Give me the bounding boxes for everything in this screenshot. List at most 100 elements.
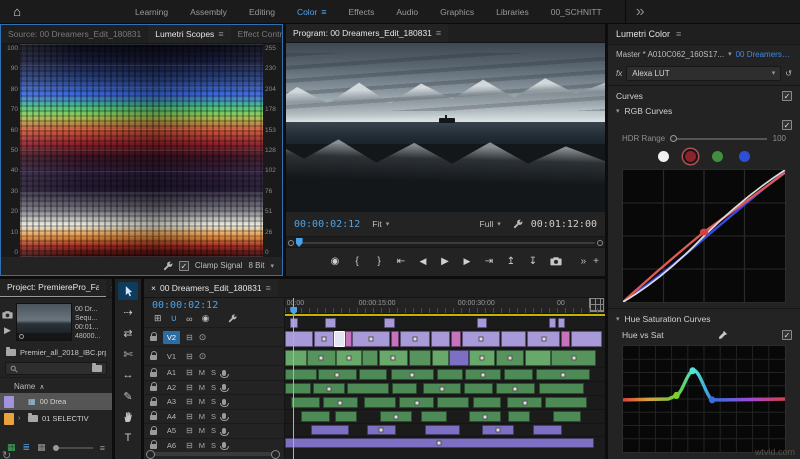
sync-lock-icon[interactable]: ⊟ xyxy=(186,368,193,377)
hue-sat-section-row[interactable]: ▾ Hue Saturation Curves xyxy=(608,311,800,327)
workspace-tab-color[interactable]: Color ≡ xyxy=(286,7,338,17)
slider-knob[interactable] xyxy=(670,134,678,142)
mark-out-button[interactable]: } xyxy=(374,256,385,267)
lock-icon[interactable] xyxy=(150,382,157,392)
sync-lock-icon[interactable]: ⊟ xyxy=(186,441,193,450)
mute-button[interactable]: M xyxy=(199,426,205,435)
track-header-a1[interactable]: A1 ⊟ M S xyxy=(144,365,284,380)
timeline-clip[interactable] xyxy=(545,397,588,408)
green-channel-dot[interactable] xyxy=(712,150,723,162)
mark-in-button[interactable]: { xyxy=(352,256,363,267)
timeline-clip[interactable] xyxy=(437,397,470,408)
timeline-playhead[interactable] xyxy=(293,298,295,459)
program-playhead[interactable] xyxy=(295,238,303,247)
label-color-chip[interactable] xyxy=(4,395,14,408)
timeline-clip[interactable] xyxy=(336,350,362,366)
project-breadcrumb[interactable]: Premier_all_2018_IBC.prproj xyxy=(0,345,112,360)
program-settings-wrench-icon[interactable] xyxy=(513,219,523,229)
timeline-clip[interactable] xyxy=(539,383,584,394)
panel-menu-icon[interactable]: ≡ xyxy=(436,24,441,42)
project-search-input[interactable] xyxy=(22,363,88,374)
playback-quality-dropdown[interactable]: Full ▾ xyxy=(476,218,505,230)
workspace-tab-editing[interactable]: Editing xyxy=(238,7,286,17)
timeline-clip[interactable] xyxy=(465,369,501,380)
project-overflow-icon[interactable]: » xyxy=(106,283,112,293)
timeline-clip[interactable] xyxy=(535,369,591,380)
solo-button[interactable]: S xyxy=(211,426,216,435)
close-icon[interactable]: × xyxy=(151,279,156,297)
timeline-clip[interactable] xyxy=(398,397,435,408)
lut-dropdown[interactable]: Alexa LUT ▾ xyxy=(626,65,782,81)
refresh-icon[interactable]: ↻ xyxy=(2,449,11,459)
timeline-clip[interactable] xyxy=(526,331,561,347)
sync-lock-icon[interactable]: ⊟ xyxy=(186,333,193,342)
curves-enable-checkbox[interactable]: ✓ xyxy=(782,91,792,101)
mic-icon[interactable] xyxy=(219,442,229,451)
preview-thumbnail[interactable] xyxy=(16,303,72,341)
curves-section-row[interactable]: Curves ✓ xyxy=(608,88,800,104)
step-back-button[interactable]: ◀ xyxy=(418,256,429,267)
hdr-range-value[interactable]: 100 xyxy=(773,134,786,143)
timeline-clip[interactable] xyxy=(551,350,597,366)
transport-overflow-icon[interactable]: » xyxy=(581,256,587,267)
goto-in-button[interactable]: ⇤ xyxy=(396,256,407,267)
label-color-chip[interactable] xyxy=(4,412,14,425)
timeline-clip[interactable] xyxy=(449,350,469,366)
scopes-tab-lumetri-scopes[interactable]: Lumetri Scopes ≡ xyxy=(148,25,231,43)
ripple-edit-tool[interactable]: ⇄ xyxy=(118,324,138,342)
preview-play-icon[interactable]: ▶ xyxy=(4,325,11,336)
timeline-clip[interactable] xyxy=(347,383,389,394)
sync-lock-icon[interactable]: ⊟ xyxy=(186,397,193,406)
lock-icon[interactable] xyxy=(150,351,157,360)
rgb-curves-row[interactable]: ▾ RGB Curves xyxy=(608,104,800,118)
timeline-clip[interactable] xyxy=(507,411,531,422)
lock-icon[interactable] xyxy=(150,367,157,377)
timeline-clip[interactable] xyxy=(285,369,317,380)
lock-icon[interactable] xyxy=(150,440,157,450)
timeline-clip[interactable] xyxy=(363,397,396,408)
solo-button[interactable]: S xyxy=(211,441,216,450)
track-label[interactable]: A6 xyxy=(163,439,180,452)
list-view-icon[interactable]: ≣ xyxy=(23,442,31,453)
bit-depth-value[interactable]: 8 Bit xyxy=(248,261,264,270)
timeline-clip[interactable] xyxy=(391,383,418,394)
blue-channel-dot[interactable] xyxy=(739,150,750,162)
clamp-signal-checkbox[interactable]: ✓ xyxy=(178,260,189,271)
timeline-tab[interactable]: × 00 Dreamers_Edit_180831 ≡ xyxy=(144,279,278,297)
timeline-clip[interactable] xyxy=(322,397,358,408)
timeline-clip[interactable] xyxy=(291,397,321,408)
linked-selection-icon[interactable]: ∞ xyxy=(186,314,192,324)
slip-tool[interactable]: ↔ xyxy=(118,366,138,384)
track-header-a4[interactable]: A4 ⊟ M S xyxy=(144,408,284,424)
lock-icon[interactable] xyxy=(150,396,157,406)
track-label[interactable]: A3 xyxy=(163,395,180,408)
timeline-clip[interactable] xyxy=(312,383,345,394)
track-label[interactable]: V2 xyxy=(163,330,180,344)
hand-tool[interactable] xyxy=(118,408,138,426)
sync-lock-icon[interactable]: ⊟ xyxy=(186,412,193,421)
timeline-clip[interactable] xyxy=(285,438,594,448)
timeline-clip[interactable] xyxy=(421,411,447,422)
track-header-a3[interactable]: A3 ⊟ M S xyxy=(144,394,284,409)
project-item-01-selectiv[interactable]: › 01 SELECTIV xyxy=(0,410,112,427)
track-header-v2[interactable]: V2 ⊟ ⊙ xyxy=(144,327,284,346)
timeline-settings-wrench-icon[interactable] xyxy=(228,314,237,323)
bit-depth-chevron-icon[interactable]: ▾ xyxy=(270,262,274,270)
lock-icon[interactable] xyxy=(150,332,157,341)
timeline-clip[interactable] xyxy=(310,425,349,435)
track-header-a6[interactable]: A6 ⊟ M S xyxy=(144,437,284,453)
search-bin-icon[interactable] xyxy=(92,363,102,372)
white-channel-dot[interactable] xyxy=(658,150,669,162)
scopes-tab-source-00-dreamers-edit-180831[interactable]: Source: 00 Dreamers_Edit_180831 xyxy=(1,29,148,39)
scrubber-left-knob[interactable] xyxy=(288,240,294,246)
workspace-tab-00_schnitt[interactable]: 00_SCHNITT xyxy=(540,7,613,17)
timeline-ruler[interactable]: 00:00 00:00:15:00 00:00:30:00 00 xyxy=(285,298,605,314)
workspace-tab-learning[interactable]: Learning xyxy=(124,7,179,17)
timeline-clip[interactable] xyxy=(334,331,345,347)
solo-button[interactable]: S xyxy=(211,412,216,421)
selection-tool[interactable] xyxy=(118,282,138,300)
eye-icon[interactable]: ⊙ xyxy=(199,332,207,343)
lift-button[interactable]: ↥ xyxy=(506,256,517,267)
preview-scrub-knob[interactable] xyxy=(19,334,24,339)
red-channel-dot[interactable] xyxy=(685,150,696,162)
